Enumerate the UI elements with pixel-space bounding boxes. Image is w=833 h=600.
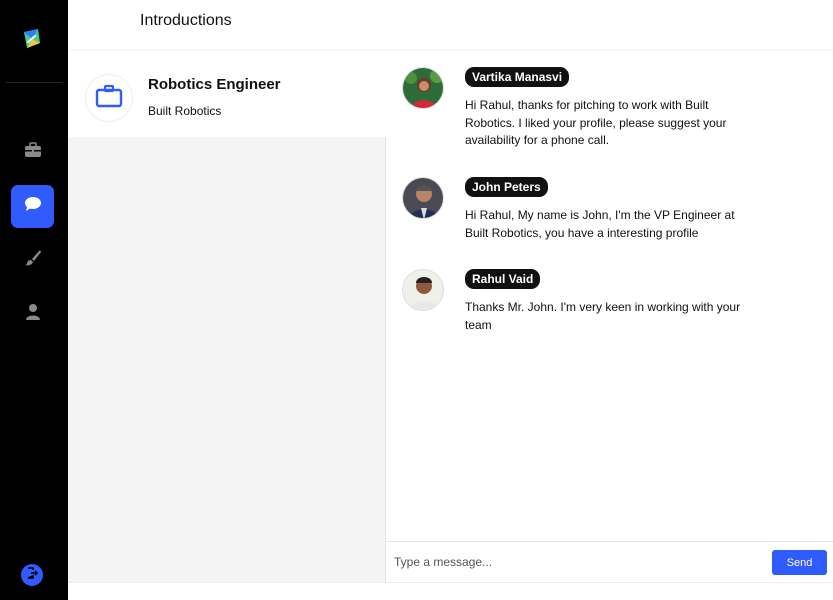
briefcase-icon [95, 84, 123, 113]
user-icon [25, 303, 41, 326]
message-item: Rahul Vaid Thanks Mr. John. I'm very kee… [402, 269, 822, 339]
message-input[interactable] [394, 550, 754, 574]
sidebar-item-design[interactable] [11, 239, 54, 282]
sidebar-item-messages[interactable] [11, 185, 54, 228]
app-logo-icon[interactable] [20, 27, 44, 51]
conversation-list: Robotics Engineer Built Robotics [68, 49, 386, 582]
page-title: Introductions [140, 12, 232, 29]
avatar[interactable] [402, 177, 444, 219]
briefcase-icon [24, 142, 42, 163]
message-composer: Send [386, 541, 833, 582]
message-item: John Peters Hi Rahul, My name is John, I… [402, 177, 822, 247]
sidebar [0, 0, 68, 600]
chat-pane: Vartika Manasvi Hi Rahul, thanks for pit… [386, 49, 833, 582]
app-window: Introductions Robotics Engineer Built Ro… [0, 0, 833, 600]
logout-button[interactable] [21, 564, 43, 586]
logout-icon [26, 566, 39, 584]
message-text: Thanks Mr. John. I'm very keen in workin… [465, 300, 741, 332]
sidebar-divider [6, 82, 62, 83]
avatar[interactable] [402, 67, 444, 109]
message-item: Vartika Manasvi Hi Rahul, thanks for pit… [402, 67, 822, 157]
conversation-title: Robotics Engineer [148, 76, 281, 93]
avatar[interactable] [402, 269, 444, 311]
conversation-company: Built Robotics [148, 104, 222, 118]
conversation-avatar [85, 74, 133, 122]
message-text: Hi Rahul, My name is John, I'm the VP En… [465, 208, 735, 240]
footer-strip [68, 582, 833, 600]
conversation-item[interactable]: Robotics Engineer Built Robotics [68, 49, 386, 137]
sidebar-item-profile[interactable] [11, 293, 54, 336]
sender-name: Rahul Vaid [465, 269, 541, 289]
page-header: Introductions [68, 0, 833, 49]
sidebar-item-jobs[interactable] [11, 131, 54, 174]
brush-icon [24, 249, 42, 272]
send-button[interactable]: Send [772, 550, 827, 575]
chat-icon [24, 196, 42, 217]
sender-name: John Peters [465, 177, 548, 197]
sender-name: Vartika Manasvi [465, 67, 570, 87]
message-text: Hi Rahul, thanks for pitching to work wi… [465, 98, 727, 147]
